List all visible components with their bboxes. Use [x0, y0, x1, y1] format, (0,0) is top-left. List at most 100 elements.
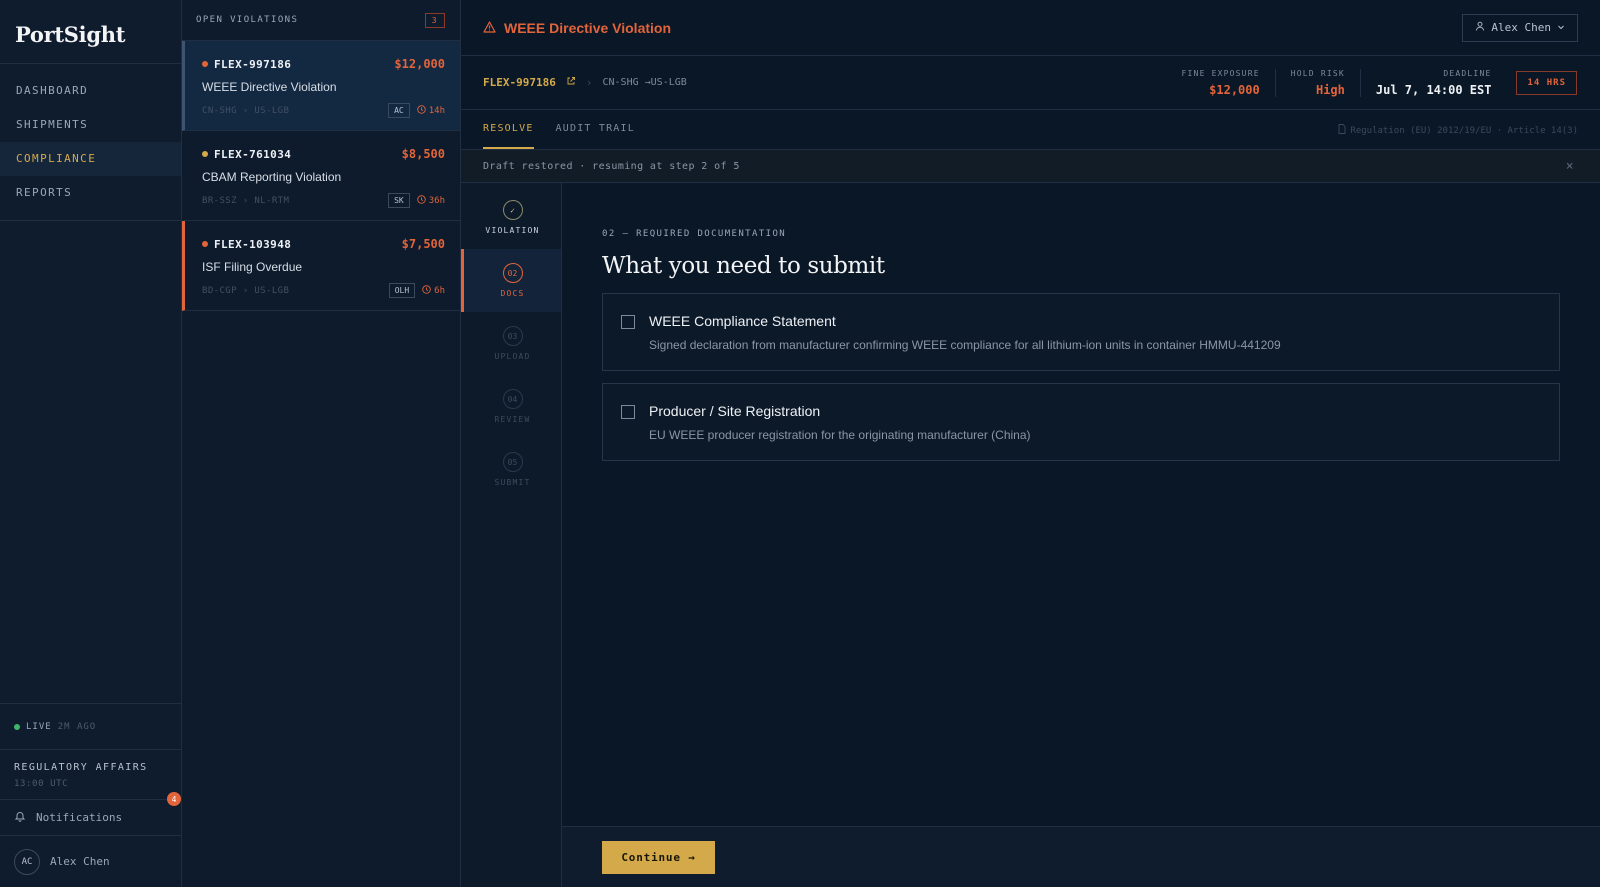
document-description: Signed declaration from manufacturer con…: [649, 338, 1281, 352]
violations-count-badge: 3: [424, 12, 445, 28]
hold-risk-value: High: [1315, 82, 1345, 97]
user-menu-button[interactable]: Alex Chen: [1462, 13, 1578, 42]
step-number: 02: [502, 263, 523, 283]
severity-dot: [202, 151, 208, 157]
fine-exposure-value: $12,000: [1209, 82, 1260, 97]
document-requirement-card[interactable]: Producer / Site Registration EU WEEE pro…: [602, 383, 1560, 461]
close-icon[interactable]: ×: [1566, 159, 1574, 174]
live-status: LIVE 2M AGO: [0, 703, 181, 749]
section-kicker: 02 — REQUIRED DOCUMENTATION: [602, 229, 787, 239]
user-name: Alex Chen: [50, 855, 110, 868]
org-time: 13:00 UTC: [14, 779, 69, 789]
step-docs[interactable]: 02 DOCS: [461, 249, 561, 312]
step-label: SUBMIT: [494, 478, 531, 487]
document-checkbox[interactable]: [621, 315, 635, 329]
document-requirement-card[interactable]: WEEE Compliance Statement Signed declara…: [602, 293, 1560, 371]
step-navigator: ✓ VIOLATION 02 DOCS 03 UPLOAD 04 REVIEW …: [461, 183, 562, 887]
assignee-tag: OLH: [388, 283, 416, 298]
hold-risk-label: HOLD RISK: [1290, 68, 1345, 78]
continue-button[interactable]: Continue →: [602, 841, 715, 874]
tab-audit-trail[interactable]: AUDIT TRAIL: [556, 110, 635, 149]
violation-header: WEEE Directive Violation Alex Chen: [461, 0, 1600, 56]
violations-list-panel: OPEN VIOLATIONS 3 FLEX-997186 $12,000 WE…: [182, 0, 461, 887]
document-name: Producer / Site Registration: [649, 403, 821, 419]
hold-risk-metric: HOLD RISK High: [1276, 68, 1361, 97]
nav-menu: DASHBOARD SHIPMENTS COMPLIANCE REPORTS: [0, 64, 181, 221]
nav-item-dashboard[interactable]: DASHBOARD: [0, 74, 181, 108]
step-violation[interactable]: ✓ VIOLATION: [461, 186, 561, 249]
shipment-route: CN-SHG →US-LGB: [602, 77, 687, 88]
regulation-reference[interactable]: Regulation (EU) 2012/19/EU · Article 14(…: [1338, 124, 1578, 137]
user-icon: [1475, 21, 1485, 34]
draft-notice-text: Draft restored · resuming at step 2 of 5: [483, 160, 740, 172]
step-number: 03: [502, 326, 523, 346]
nav-footer: LIVE 2M AGO REGULATORY AFFAIRS 13:00 UTC…: [0, 703, 181, 887]
severity-dot: [202, 61, 208, 67]
nav-item-compliance[interactable]: COMPLIANCE: [0, 142, 181, 176]
main-panel: WEEE Directive Violation Alex Chen FLEX-…: [461, 0, 1600, 887]
page-title: WEEE Directive Violation: [483, 20, 671, 36]
app-logo[interactable]: PortSight: [0, 0, 181, 64]
draft-restored-banner: Draft restored · resuming at step 2 of 5…: [461, 150, 1600, 183]
violation-card[interactable]: FLEX-761034 $8,500 CBAM Reporting Violat…: [182, 131, 460, 221]
warning-icon: [483, 20, 496, 36]
time-remaining-value: 36h: [428, 195, 445, 206]
resolve-workflow: ✓ VIOLATION 02 DOCS 03 UPLOAD 04 REVIEW …: [461, 183, 1600, 887]
tab-bar: RESOLVE AUDIT TRAIL Regulation (EU) 2012…: [461, 110, 1600, 150]
violation-card[interactable]: FLEX-997186 $12,000 WEEE Directive Viola…: [182, 41, 460, 131]
clock-icon: [416, 194, 426, 207]
document-checkbox[interactable]: [621, 405, 635, 419]
document-icon: [1338, 124, 1346, 137]
tab-resolve[interactable]: RESOLVE: [483, 110, 534, 149]
shipment-id-link[interactable]: FLEX-997186: [483, 76, 556, 89]
clock-icon: [416, 104, 426, 117]
live-indicator-dot: [14, 723, 20, 730]
violation-amount: $12,000: [394, 57, 445, 71]
violation-id: FLEX-997186: [214, 57, 292, 71]
violation-id: FLEX-103948: [214, 237, 292, 251]
violation-route: BR-SSZ › NL-RTM: [202, 195, 290, 206]
notifications-label: Notifications: [36, 811, 123, 824]
fine-exposure-label: FINE EXPOSURE: [1181, 68, 1260, 78]
notifications-link[interactable]: Notifications 4: [0, 792, 181, 835]
time-remaining-value: 6h: [434, 285, 445, 296]
user-profile[interactable]: AC Alex Chen: [0, 835, 181, 887]
step-label: DOCS: [500, 289, 525, 298]
check-circle-icon: ✓: [502, 200, 523, 220]
violation-amount: $7,500: [401, 237, 445, 251]
live-updated-time: 2M AGO: [57, 721, 97, 732]
notifications-count-badge: 4: [167, 792, 181, 806]
violations-list-title: OPEN VIOLATIONS: [196, 15, 299, 25]
step-review[interactable]: 04 REVIEW: [461, 375, 561, 438]
violation-id: FLEX-761034: [214, 147, 292, 161]
nav-item-reports[interactable]: REPORTS: [0, 176, 181, 210]
org-info: REGULATORY AFFAIRS 13:00 UTC: [0, 749, 181, 799]
regulation-reference-text: Regulation (EU) 2012/19/EU · Article 14(…: [1350, 125, 1578, 136]
org-name: REGULATORY AFFAIRS: [14, 762, 148, 773]
external-link-icon[interactable]: [566, 76, 576, 89]
violation-route: BD-CGP › US-LGB: [202, 285, 290, 296]
page-title-text: WEEE Directive Violation: [504, 19, 672, 36]
violation-card[interactable]: FLEX-103948 $7,500 ISF Filing Overdue BD…: [182, 221, 460, 311]
violation-route: CN-SHG › US-LGB: [202, 105, 290, 116]
violations-list-header: OPEN VIOLATIONS 3: [182, 0, 460, 41]
time-remaining: 36h: [416, 194, 445, 207]
violation-amount: $8,500: [401, 147, 445, 161]
live-label: LIVE: [26, 721, 52, 732]
deadline-metric: DEADLINE Jul 7, 14:00 EST: [1361, 69, 1507, 97]
assignee-tag: SK: [388, 193, 410, 208]
deadline-value: Jul 7, 14:00 EST: [1375, 82, 1492, 97]
nav-item-shipments[interactable]: SHIPMENTS: [0, 108, 181, 142]
step-upload[interactable]: 03 UPLOAD: [461, 312, 561, 375]
document-description: EU WEEE producer registration for the or…: [649, 428, 1031, 442]
step-label: REVIEW: [494, 415, 531, 424]
step-label: UPLOAD: [494, 352, 531, 361]
step-number: 05: [502, 452, 523, 472]
separator: ›: [585, 76, 593, 89]
deadline-label: DEADLINE: [1443, 68, 1492, 78]
step-submit[interactable]: 05 SUBMIT: [461, 438, 561, 501]
violation-title: CBAM Reporting Violation: [202, 170, 342, 184]
fine-exposure-metric: FINE EXPOSURE $12,000: [1167, 68, 1276, 97]
violation-title: WEEE Directive Violation: [202, 80, 337, 94]
user-menu-label: Alex Chen: [1491, 21, 1551, 34]
